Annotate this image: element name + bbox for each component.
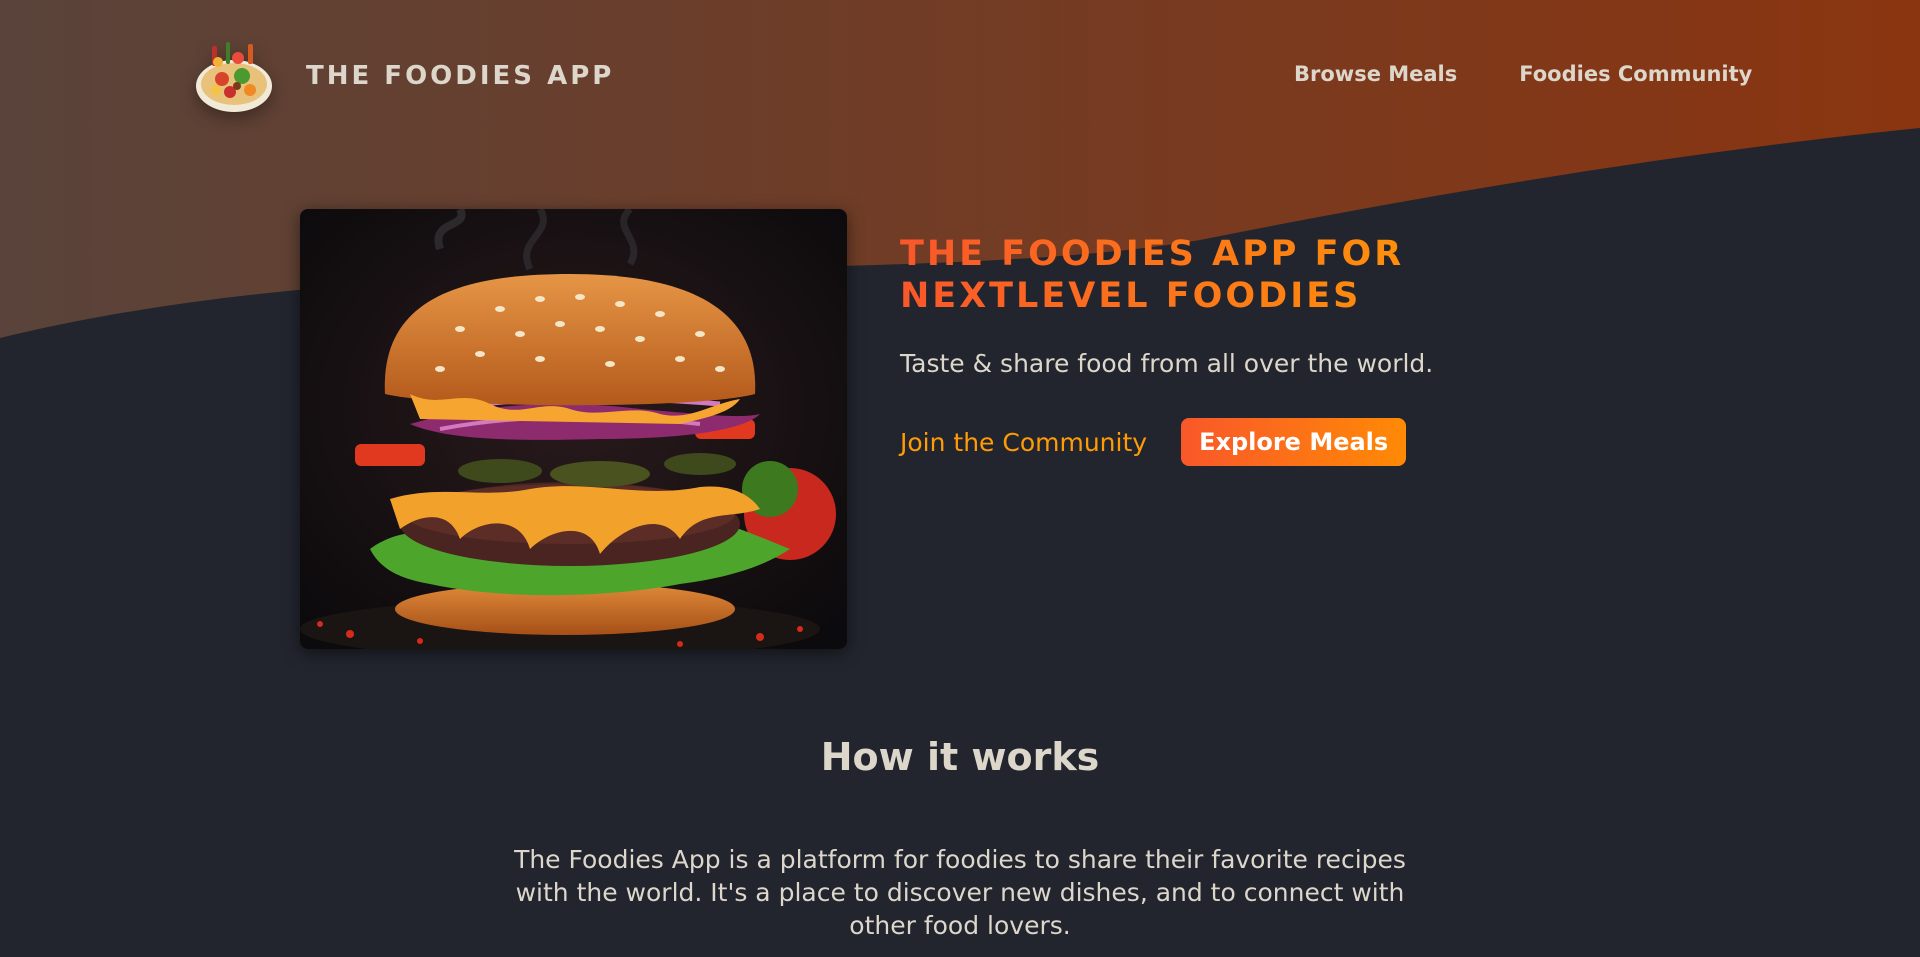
hero-title: THE FOODIES APP FOR NEXTLEVEL FOODIES (900, 233, 1520, 317)
nav-item-browse-meals[interactable]: Browse Meals (1294, 62, 1457, 86)
explore-meals-button[interactable]: Explore Meals (1181, 418, 1407, 466)
nav-item-foodies-community[interactable]: Foodies Community (1519, 62, 1752, 86)
logo-text: THE FOODIES APP (306, 61, 615, 91)
burger-image (300, 209, 847, 649)
site-header: THE FOODIES APP Browse Meals Foodies Com… (0, 0, 1920, 155)
main-nav: Browse Meals Foodies Community (1294, 62, 1752, 86)
plate-of-food-icon (196, 42, 272, 112)
how-it-works-title: How it works (820, 735, 1100, 779)
hero-subtitle: Taste & share food from all over the wor… (900, 349, 1434, 378)
join-community-link[interactable]: Join the Community (900, 428, 1147, 457)
how-it-works-text: The Foodies App is a platform for foodie… (514, 845, 1406, 940)
hero-slideshow-image (300, 209, 847, 649)
hero-section: THE FOODIES APP FOR NEXTLEVEL FOODIES Ta… (900, 233, 1520, 466)
logo-link[interactable]: THE FOODIES APP (192, 34, 614, 118)
hero-cta: Join the Community Explore Meals (900, 418, 1520, 466)
